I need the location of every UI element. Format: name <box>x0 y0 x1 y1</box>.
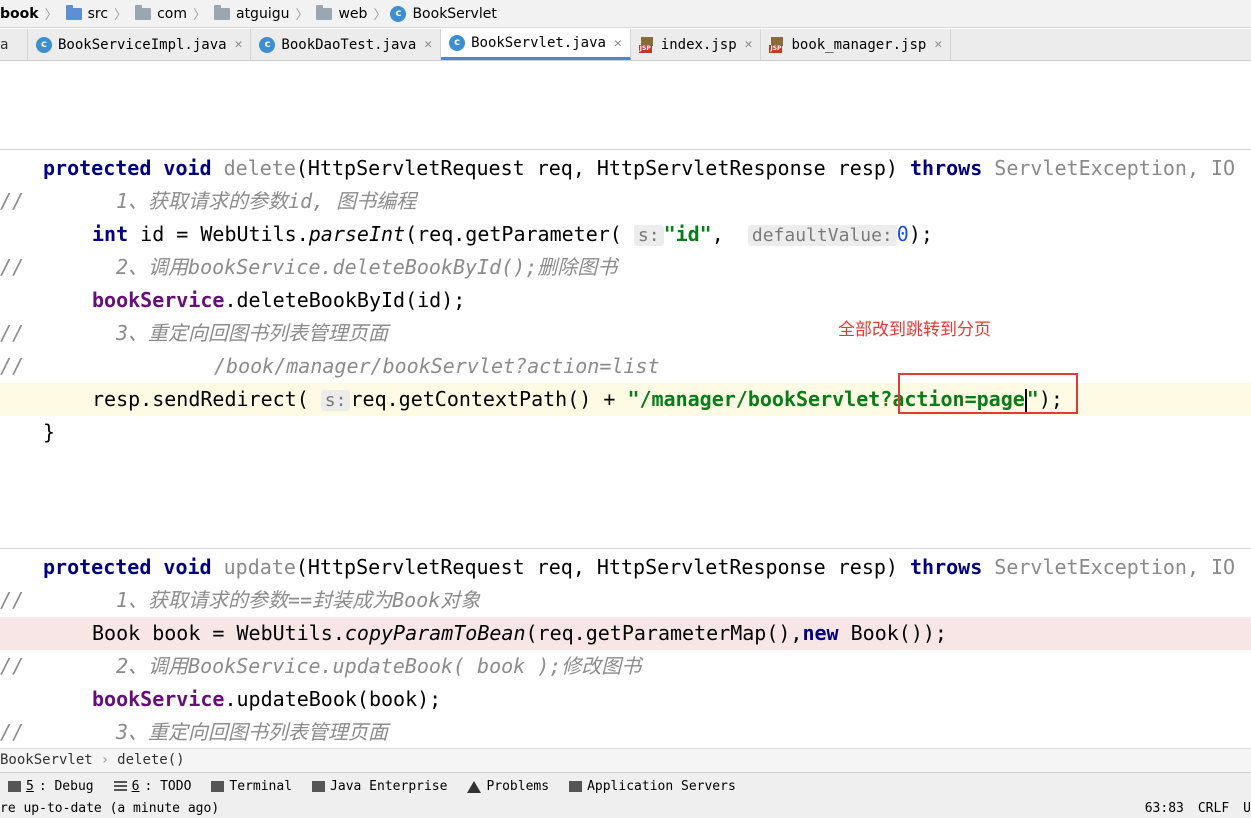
crumb-src[interactable]: src 〉 <box>62 0 131 27</box>
close-icon[interactable]: ✕ <box>424 37 432 52</box>
class-icon: c <box>449 35 466 51</box>
highlight-box <box>898 373 1078 414</box>
code-comment-line: // 3、重定向回图书列表管理页面 <box>0 321 389 345</box>
tab-bookdaotest[interactable]: c BookDaoTest.java ✕ <box>251 29 442 60</box>
tool-todo[interactable]: 6: TODO <box>106 779 204 794</box>
package-icon <box>316 4 333 20</box>
chevron-right-icon: 〉 <box>373 8 387 23</box>
chevron-right-icon: 〉 <box>192 8 206 23</box>
code-line: bookService.deleteBookById(id); <box>92 288 466 312</box>
code-line: protected void delete(HttpServletRequest… <box>43 156 1236 180</box>
code-comment-line: // 1、获取请求的参数id, 图书编程 <box>0 189 417 213</box>
crumb-project[interactable]: book 〉 <box>0 0 62 27</box>
crumb-web[interactable]: web 〉 <box>312 0 390 27</box>
file-encoding[interactable]: U <box>1243 800 1251 818</box>
tab-overflow[interactable]: a <box>0 29 28 60</box>
warning-icon <box>467 780 482 793</box>
todo-icon <box>113 781 127 792</box>
code-editor[interactable]: protected void delete(HttpServletRequest… <box>0 62 1251 748</box>
crumb-atguigu[interactable]: atguigu 〉 <box>210 0 313 27</box>
tab-label: BookServlet.java <box>471 35 606 51</box>
class-icon: c <box>390 5 407 22</box>
debug-icon <box>8 781 21 792</box>
tool-terminal[interactable]: Terminal <box>203 779 304 794</box>
crumb-label: atguigu <box>235 5 290 22</box>
parameter-hint: s: <box>320 390 351 411</box>
code-comment-line: // 2、调用bookService.deleteBookById();删除图书 <box>0 255 618 279</box>
code-line-highlighted: Book book = WebUtils.copyParamToBean(req… <box>0 617 1251 650</box>
package-icon <box>213 4 230 20</box>
chevron-right-icon: › <box>100 752 110 768</box>
method-separator <box>0 548 1251 549</box>
close-icon[interactable]: ✕ <box>235 37 243 52</box>
status-bar: re up-to-date (a minute ago) 63:83 CRLF … <box>0 800 1251 818</box>
status-message: re up-to-date (a minute ago) <box>0 801 220 816</box>
method-crumb-method[interactable]: delete() <box>117 752 184 768</box>
class-icon: c <box>36 36 52 53</box>
tool-java-enterprise[interactable]: Java Enterprise <box>304 779 459 794</box>
chevron-right-icon: 〉 <box>44 8 58 23</box>
tab-label: BookServiceImpl.java <box>58 36 227 53</box>
line-ending[interactable]: CRLF <box>1198 800 1229 818</box>
crumb-com[interactable]: com 〉 <box>131 0 210 27</box>
code-line: bookService.updateBook(book); <box>92 687 442 711</box>
crumb-label: web <box>338 5 368 22</box>
folder-icon <box>65 4 82 20</box>
close-icon[interactable]: ✕ <box>614 36 622 51</box>
package-icon <box>135 4 152 20</box>
annotation-text: 全部改到跳转到分页 <box>838 320 991 340</box>
tool-problems[interactable]: Problems <box>459 779 561 794</box>
tab-bookservlet[interactable]: c BookServlet.java ✕ <box>441 29 631 60</box>
code-line: } <box>43 420 56 444</box>
tab-bookserviceimpl[interactable]: c BookServiceImpl.java ✕ <box>28 29 252 60</box>
navigation-breadcrumb: book 〉 src 〉 com 〉 atguigu 〉 web 〉 c Boo… <box>0 0 1251 28</box>
method-separator <box>0 149 1251 150</box>
tool-application-servers[interactable]: Application Servers <box>561 779 748 794</box>
crumb-label: book <box>0 5 39 22</box>
close-icon[interactable]: ✕ <box>934 37 942 52</box>
parameter-hint: defaultValue: <box>747 225 897 246</box>
cursor-position[interactable]: 63:83 <box>1145 800 1184 818</box>
code-comment-line: // 3、重定向回图书列表管理页面 <box>0 720 389 744</box>
code-comment-line: // 2、调用BookService.updateBook( book );修改… <box>0 654 642 678</box>
method-breadcrumb: BookServlet › delete() <box>0 748 1251 772</box>
crumb-label: src <box>87 5 109 22</box>
tab-book-manager-jsp[interactable]: book_manager.jsp ✕ <box>761 29 952 60</box>
code-line: int id = WebUtils.parseInt(req.getParame… <box>92 222 933 246</box>
tool-debug[interactable]: 5: Debug <box>0 779 106 794</box>
editor-tabs: a c BookServiceImpl.java ✕ c BookDaoTest… <box>0 29 1251 61</box>
crumb-label: com <box>157 5 187 22</box>
java-enterprise-icon <box>312 781 326 792</box>
tab-label: book_manager.jsp <box>791 36 927 53</box>
method-crumb-class[interactable]: BookServlet <box>0 752 93 768</box>
close-icon[interactable]: ✕ <box>745 37 753 52</box>
jsp-icon <box>769 36 785 53</box>
tool-window-bar: 5: Debug 6: TODO Terminal Java Enterpris… <box>0 772 1251 800</box>
parameter-hint: s: <box>633 225 664 246</box>
code-line: protected void update(HttpServletRequest… <box>43 555 1236 579</box>
crumb-bookservlet[interactable]: c BookServlet <box>390 0 497 27</box>
terminal-icon <box>211 781 225 792</box>
tab-label: index.jsp <box>660 36 737 53</box>
tab-label: BookDaoTest.java <box>281 36 417 53</box>
chevron-right-icon: 〉 <box>114 8 128 23</box>
crumb-label: BookServlet <box>412 5 497 22</box>
chevron-right-icon: 〉 <box>295 8 309 23</box>
jsp-icon <box>638 36 655 53</box>
code-comment-line: // 1、获取请求的参数==封装成为Book对象 <box>0 588 481 612</box>
server-icon <box>569 781 583 792</box>
class-icon: c <box>259 36 276 53</box>
tab-index-jsp[interactable]: index.jsp ✕ <box>631 29 762 60</box>
